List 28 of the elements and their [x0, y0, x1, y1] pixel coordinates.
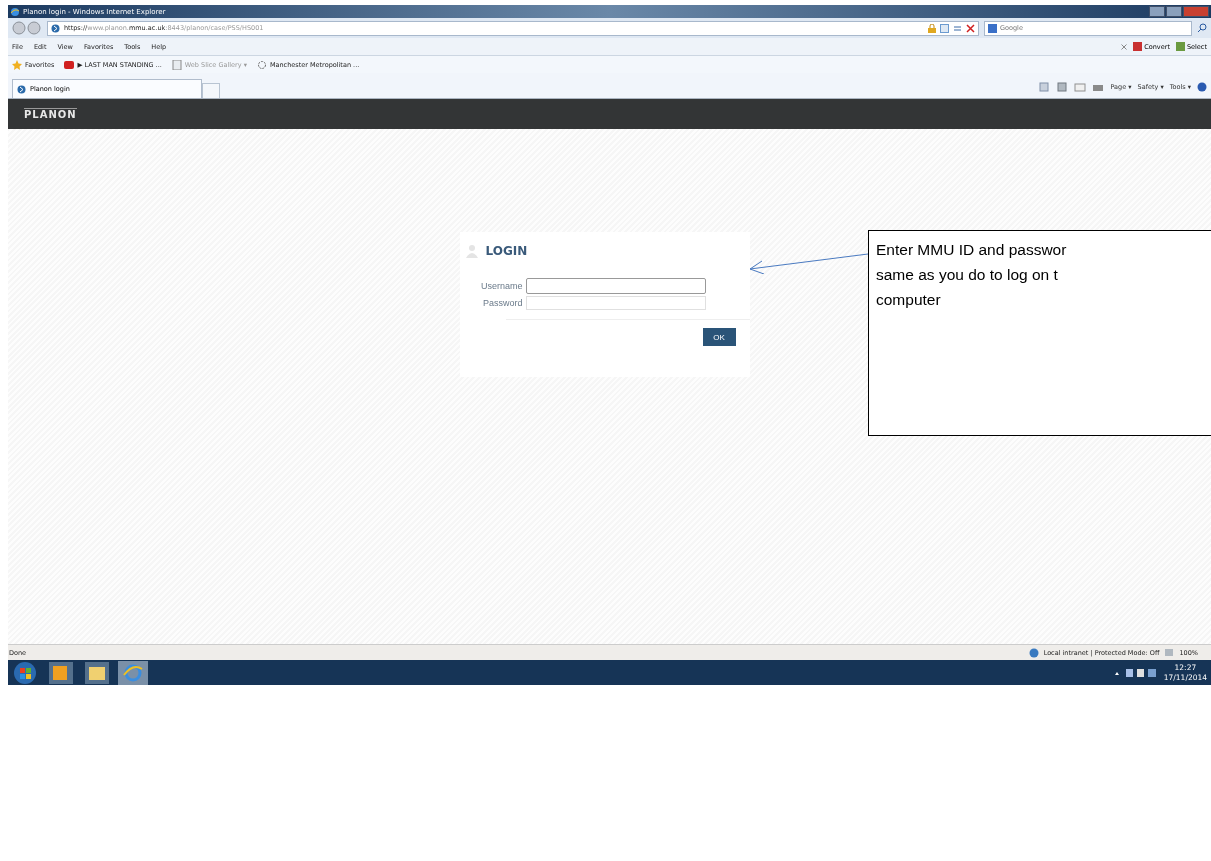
page-icon [51, 23, 60, 33]
star-icon [12, 59, 22, 70]
input-field[interactable] [525, 278, 706, 294]
search-icon [1197, 23, 1207, 33]
browser-icon [116, 660, 150, 685]
close-button[interactable] [1183, 6, 1209, 17]
lock-icon [928, 23, 936, 33]
new-tab-button[interactable] [202, 83, 220, 98]
user-icon [465, 244, 478, 258]
callout-text: computer [876, 290, 941, 310]
field-label: Username [480, 281, 524, 291]
page-icon [17, 84, 26, 94]
callout-text: Enter MMU ID and passwor [876, 240, 1067, 260]
minimize-button[interactable] [1149, 6, 1165, 17]
callout-text: same as you do to log on t [876, 265, 1058, 285]
stop-icon [966, 23, 975, 33]
gear-icon [256, 59, 267, 70]
field-label: Password [482, 298, 524, 308]
page-icon [171, 59, 182, 70]
ok-button[interactable]: OK [702, 328, 736, 346]
planon-logo: PLANON [24, 107, 77, 121]
browser-icon [10, 6, 20, 17]
login-title: LOGIN [485, 244, 528, 258]
video-icon [64, 59, 75, 70]
tray-icons [1113, 667, 1158, 678]
close-icon[interactable] [1121, 43, 1128, 50]
maximize-button[interactable] [1166, 6, 1182, 17]
back-forward-icon [12, 21, 42, 35]
